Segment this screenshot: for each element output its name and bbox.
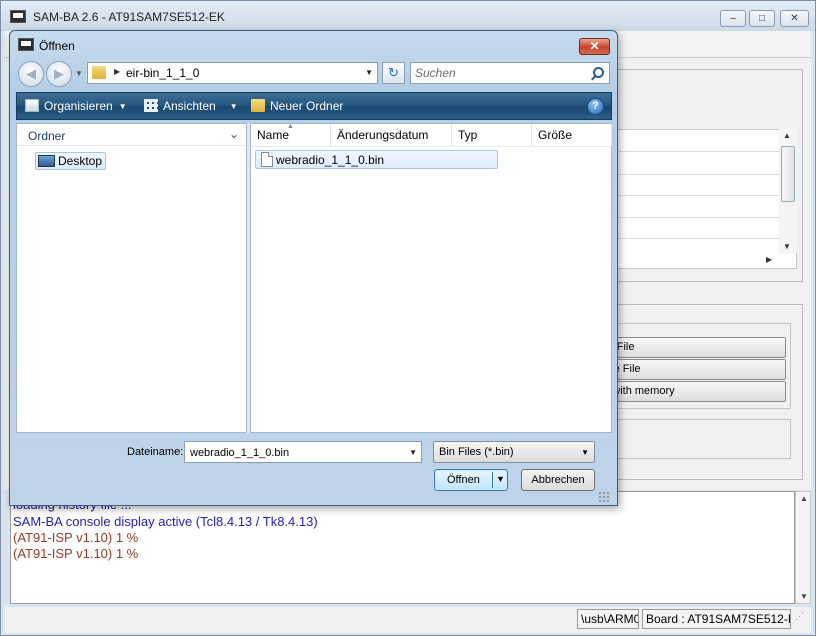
console-line: (AT91-ISP v1.10) 1 % — [13, 546, 139, 561]
list-row-divider — [614, 195, 782, 196]
chevron-down-icon[interactable]: ▼ — [581, 448, 589, 457]
main-title-bar: SAM-BA 2.6 - AT91SAM7SE512-EK – □ ✕ — [1, 1, 815, 31]
status-board: Board : AT91SAM7SE512-EK — [642, 609, 791, 629]
dialog-close-button[interactable]: ✕ — [579, 38, 610, 55]
open-file-dialog: Öffnen ✕ ◀ ▶ ▼ ▶ eir-bin_1_1_0 ▼ ↻ Organ… — [9, 30, 618, 506]
list-row-divider — [614, 174, 782, 175]
nav-item-desktop[interactable]: Desktop — [35, 152, 107, 170]
main-window-title: SAM-BA 2.6 - AT91SAM7SE512-EK — [33, 10, 225, 24]
filetype-select[interactable]: Bin Files (*.bin) ▼ — [433, 441, 595, 463]
chevron-down-icon: ▼ — [229, 102, 238, 111]
desktop-icon — [38, 155, 55, 167]
breadcrumb-folder[interactable]: eir-bin_1_1_0 — [126, 66, 199, 80]
resize-grip-icon[interactable]: ⋰ — [795, 611, 807, 623]
refresh-button[interactable]: ↻ — [382, 62, 405, 84]
status-connection-port: \usb\ARM0 — [577, 609, 639, 629]
list-row-divider — [614, 151, 782, 152]
app-icon — [10, 10, 26, 23]
chevron-down-icon[interactable]: ▼ — [409, 448, 417, 457]
new-folder-button[interactable]: Neuer Ordner — [251, 99, 343, 115]
scroll-down-arrow-icon[interactable]: ▼ — [783, 242, 791, 251]
file-item[interactable]: webradio_1_1_0.bin — [255, 150, 498, 169]
console-line: SAM-BA console display active (Tcl8.4.13… — [13, 514, 318, 529]
list-row-divider — [614, 238, 782, 239]
dialog-title: Öffnen — [39, 39, 75, 53]
nav-item-label: Desktop — [58, 154, 103, 168]
chevron-down-icon[interactable]: ▼ — [496, 474, 505, 484]
organize-label: Organisieren — [44, 99, 113, 113]
console-output[interactable]: loading history file ... SAM-BA console … — [10, 491, 795, 604]
search-icon[interactable] — [593, 67, 604, 78]
new-folder-icon — [251, 99, 265, 112]
receive-file-button[interactable]: Receive File — [613, 359, 786, 380]
close-button[interactable]: ✕ — [780, 10, 809, 27]
chevron-down-icon: ▼ — [118, 102, 127, 111]
scroll-up-arrow-icon[interactable]: ▲ — [800, 494, 808, 503]
views-grid-icon — [144, 99, 158, 112]
column-header-size[interactable]: Größe — [532, 124, 612, 146]
new-folder-label: Neuer Ordner — [270, 99, 344, 113]
list-vertical-scrollbar[interactable]: ▲ ▼ — [779, 129, 797, 253]
cancel-button[interactable]: Abbrechen — [521, 469, 595, 491]
back-arrow-icon[interactable]: ◀ — [18, 61, 44, 87]
compare-file-button[interactable]: Compare sent file with memory — [613, 381, 786, 402]
resize-grip-icon[interactable] — [598, 491, 610, 503]
navigation-pane: Ordner ⌄ Desktop — [16, 123, 247, 433]
filename-input[interactable] — [190, 445, 400, 460]
organize-button[interactable]: Organisieren ▼ — [25, 99, 127, 115]
recent-locations-dropdown-icon[interactable]: ▼ — [75, 69, 83, 78]
folder-icon — [92, 66, 106, 79]
split-divider — [492, 472, 493, 488]
address-dropdown-icon[interactable]: ▼ — [365, 68, 373, 77]
folders-header[interactable]: Ordner ⌄ — [17, 124, 246, 146]
breadcrumb-separator-icon[interactable]: ▶ — [114, 67, 120, 76]
column-header-label: Name — [257, 128, 290, 142]
send-file-button[interactable]: Send File — [613, 337, 786, 358]
filetype-value: Bin Files (*.bin) — [439, 446, 514, 458]
dialog-app-icon — [18, 38, 34, 51]
organize-icon — [25, 99, 39, 112]
file-name: webradio_1_1_0.bin — [276, 153, 385, 167]
list-row-divider — [614, 217, 782, 218]
command-bar: Organisieren ▼ Ansichten ▼ Neuer Ordner ? — [16, 92, 612, 120]
maximize-button[interactable]: □ — [749, 10, 775, 27]
file-list: ▲ Name Änderungsdatum Typ Größe webradio_… — [250, 123, 612, 433]
column-header-name[interactable]: ▲ Name — [251, 123, 331, 146]
search-input[interactable] — [415, 65, 585, 81]
filename-label: Dateiname: — [127, 446, 184, 458]
scroll-up-arrow-icon[interactable]: ▲ — [783, 131, 791, 140]
scroll-right-arrow-icon[interactable]: ▶ — [766, 255, 772, 264]
forward-arrow-icon[interactable]: ▶ — [46, 61, 72, 87]
help-icon[interactable]: ? — [587, 98, 604, 115]
address-bar[interactable]: ▶ eir-bin_1_1_0 ▼ — [87, 62, 378, 84]
chevron-down-icon[interactable]: ⌄ — [229, 127, 239, 141]
folders-header-label: Ordner — [28, 129, 66, 143]
console-scrollbar[interactable]: ▲ ▼ — [795, 491, 811, 604]
memory-listbox[interactable] — [613, 129, 797, 269]
scroll-thumb[interactable] — [781, 146, 795, 202]
filename-combobox[interactable]: ▼ — [184, 441, 422, 463]
open-button-label: Öffnen — [447, 474, 480, 486]
console-line: (AT91-ISP v1.10) 1 % — [13, 530, 139, 545]
status-bar: \usb\ARM0 Board : AT91SAM7SE512-EK — [5, 607, 811, 633]
scripts-group — [613, 419, 791, 459]
column-header-date[interactable]: Änderungsdatum — [331, 124, 452, 146]
sort-ascending-icon: ▲ — [287, 123, 294, 130]
views-label: Ansichten — [163, 99, 216, 113]
file-icon — [261, 152, 273, 167]
open-button[interactable]: Öffnen ▼ — [434, 469, 508, 491]
views-button[interactable]: Ansichten ▼ — [144, 99, 238, 115]
scroll-down-arrow-icon[interactable]: ▼ — [800, 592, 808, 601]
column-header-type[interactable]: Typ — [452, 124, 532, 146]
minimize-button[interactable]: – — [720, 10, 746, 27]
search-field[interactable] — [410, 62, 610, 84]
header-divider — [251, 146, 611, 147]
